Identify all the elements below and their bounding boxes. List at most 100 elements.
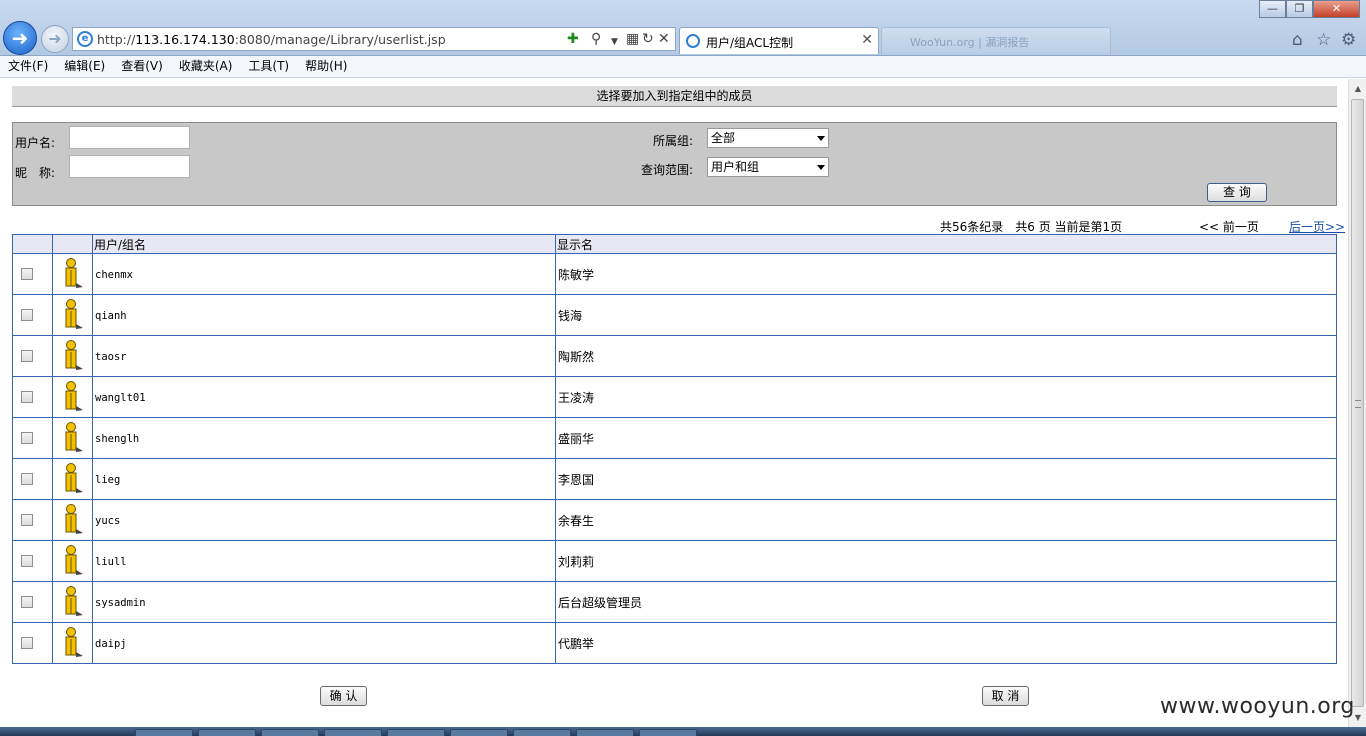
user-icon [63, 380, 92, 415]
home-icon[interactable]: ⌂ [1292, 30, 1303, 50]
user-icon [63, 544, 92, 579]
row-icon-cell [52, 458, 93, 500]
row-checkbox-cell [12, 417, 53, 459]
taskbar-item[interactable] [198, 729, 256, 736]
scope-select[interactable]: 用户和组 [707, 157, 829, 177]
dropdown-arrow-icon [817, 136, 825, 141]
minimize-button[interactable]: — [1259, 0, 1286, 18]
close-window-button[interactable]: ✕ [1313, 0, 1360, 18]
row-checkbox[interactable] [21, 432, 33, 444]
group-select[interactable]: 全部 [707, 128, 829, 148]
row-user-name: lieg [92, 458, 556, 500]
nickname-input[interactable] [69, 155, 190, 178]
taskbar-item[interactable] [576, 729, 634, 736]
row-display-name: 钱海 [555, 294, 1337, 336]
menu-help[interactable]: 帮助(H) [297, 56, 355, 77]
row-icon-cell [52, 540, 93, 582]
user-icon [63, 585, 92, 620]
table-row: lieg 李恩国 [12, 458, 1337, 500]
row-checkbox-cell [12, 294, 53, 336]
taskbar-item[interactable] [513, 729, 571, 736]
scroll-thumb[interactable] [1351, 99, 1364, 707]
scroll-up-icon[interactable]: ▲ [1350, 80, 1366, 97]
pager-prev[interactable]: << 前一页 [1199, 218, 1259, 235]
table-header-row: 用户/组名 显示名 [12, 234, 1337, 254]
compat-view-icon[interactable]: ▦ [626, 31, 639, 47]
taskbar-item[interactable] [450, 729, 508, 736]
user-icon [63, 257, 92, 292]
grip-icon [1355, 400, 1361, 408]
taskbar-item[interactable] [639, 729, 697, 736]
menu-tools[interactable]: 工具(T) [240, 56, 297, 77]
menu-edit[interactable]: 编辑(E) [56, 56, 113, 77]
row-display-name: 刘莉莉 [555, 540, 1337, 582]
scope-label: 查询范围: [641, 163, 694, 177]
forward-button[interactable]: ➜ [41, 25, 69, 53]
table-row: yucs 余春生 [12, 499, 1337, 541]
row-display-name: 代鹏举 [555, 622, 1337, 664]
table-row: qianh 钱海 [12, 294, 1337, 336]
header-icon [52, 234, 93, 254]
table-row: daipj 代鹏举 [12, 622, 1337, 664]
row-checkbox[interactable] [21, 514, 33, 526]
query-button[interactable]: 查 询 [1207, 183, 1267, 202]
url-text[interactable]: http://113.16.174.130:8080/manage/Librar… [97, 32, 446, 47]
row-display-name: 王凌涛 [555, 376, 1337, 418]
row-icon-cell [52, 499, 93, 541]
address-bar[interactable]: e http://113.16.174.130:8080/manage/Libr… [72, 27, 676, 51]
taskbar-item[interactable] [135, 729, 193, 736]
gear-icon[interactable]: ⚙ [1341, 30, 1356, 50]
close-icon[interactable]: ✕ [861, 32, 873, 48]
scope-select-value: 用户和组 [711, 160, 760, 174]
row-checkbox[interactable] [21, 555, 33, 567]
username-input[interactable] [69, 126, 190, 149]
taskbar-item[interactable] [387, 729, 445, 736]
row-user-name: liull [92, 540, 556, 582]
taskbar-item[interactable] [324, 729, 382, 736]
row-checkbox[interactable] [21, 350, 33, 362]
tab-wooyun[interactable]: WooYun.org | 漏洞报告 [881, 27, 1111, 54]
row-display-name: 李恩国 [555, 458, 1337, 500]
favorites-star-icon[interactable]: ☆ [1316, 30, 1331, 50]
taskbar-item[interactable] [261, 729, 319, 736]
cancel-button[interactable]: 取 消 [982, 686, 1029, 706]
add-icon[interactable]: ✚ [567, 31, 579, 47]
vertical-scrollbar[interactable]: ▲ ▼ [1348, 79, 1366, 727]
page-content: 选择要加入到指定组中的成员 用户名: 昵 称: 所属组: 全部 查询范围: 用户… [0, 79, 1348, 727]
tab-acl-control[interactable]: 用户/组ACL控制 ✕ [679, 27, 879, 54]
username-label: 用户名: [15, 136, 56, 150]
group-select-value: 全部 [711, 131, 736, 145]
row-checkbox[interactable] [21, 473, 33, 485]
pager-next-link[interactable]: 后一页>> [1289, 218, 1345, 235]
menu-file[interactable]: 文件(F) [0, 56, 56, 77]
user-icon [63, 339, 92, 374]
menu-favorites[interactable]: 收藏夹(A) [171, 56, 241, 77]
row-checkbox[interactable] [21, 596, 33, 608]
table-row: sysadmin 后台超级管理员 [12, 581, 1337, 623]
table-row: wanglt01 王凌涛 [12, 376, 1337, 418]
row-checkbox[interactable] [21, 268, 33, 280]
ie-page-icon: e [77, 31, 93, 47]
confirm-button[interactable]: 确 认 [320, 686, 367, 706]
header-display-name: 显示名 [555, 234, 1337, 254]
row-user-name: daipj [92, 622, 556, 664]
stop-icon[interactable]: ✕ [658, 31, 670, 47]
menu-view[interactable]: 查看(V) [113, 56, 171, 77]
user-icon [63, 298, 92, 333]
user-table: 用户/组名 显示名 chenmx 陈敏学 qianh 钱海 taosr 陶斯然 wanglt… [12, 234, 1337, 664]
refresh-icon[interactable]: ↻ [642, 31, 654, 47]
pager-info: 共56条纪录 共6 页 当前是第1页 [940, 220, 1123, 234]
table-row: chenmx 陈敏学 [12, 253, 1337, 295]
table-row: shenglh 盛丽华 [12, 417, 1337, 459]
url-host: 113.16.174.130 [135, 32, 235, 47]
row-checkbox[interactable] [21, 309, 33, 321]
search-icon[interactable]: ⚲ [591, 31, 601, 47]
maximize-button[interactable]: ❐ [1286, 0, 1313, 18]
back-button[interactable]: ➜ [3, 21, 37, 55]
row-checkbox[interactable] [21, 391, 33, 403]
chevron-down-icon[interactable]: ▼ [611, 34, 618, 50]
row-display-name: 后台超级管理员 [555, 581, 1337, 623]
arrow-left-icon: ➜ [11, 26, 29, 50]
row-user-name: shenglh [92, 417, 556, 459]
row-checkbox[interactable] [21, 637, 33, 649]
